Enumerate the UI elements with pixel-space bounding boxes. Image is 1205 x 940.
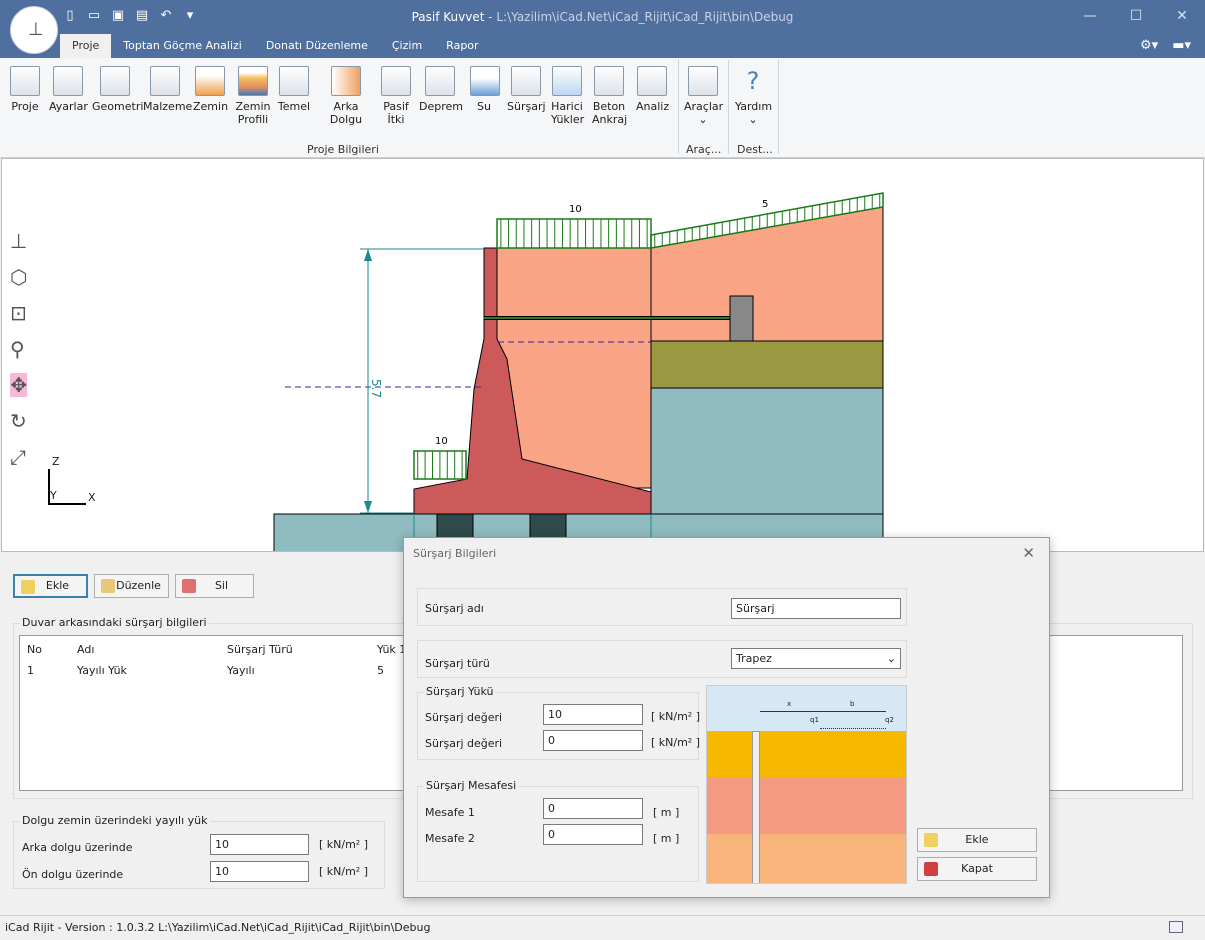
surcharge-dialog: Sürşarj Bilgileri ✕ Sürşarj adı Sürşarj … [403, 537, 1050, 898]
passive-thrust-icon [381, 66, 411, 96]
material-icon [150, 66, 180, 96]
geometry-icon [100, 66, 130, 96]
distance-2-input[interactable]: 0 [543, 824, 643, 845]
minimize-button[interactable]: — [1067, 0, 1113, 32]
wall-drawing: 5.7 10 5 10 [273, 192, 884, 551]
pan-icon[interactable]: ✥ [10, 373, 28, 397]
settings-icon [53, 66, 83, 96]
add-icon [924, 833, 938, 847]
ribbon-geometri-button[interactable]: Geometri [92, 66, 143, 113]
close-button[interactable]: ✕ [1159, 0, 1205, 32]
surcharge-value-1-input[interactable]: 10 [543, 704, 643, 725]
ribbon-analiz-button[interactable]: Analiz [636, 66, 669, 113]
surcharge-name-input[interactable]: Sürşarj [731, 598, 901, 619]
ribbon-beton-ankraj-button[interactable]: Beton Ankraj [592, 66, 627, 126]
tab-donati[interactable]: Donatı Düzenleme [254, 34, 380, 58]
anchor-icon [594, 66, 624, 96]
add-icon [21, 580, 35, 594]
water-icon [470, 66, 500, 96]
zoom-window-icon[interactable]: ⊡ [10, 301, 27, 325]
dialog-close-button[interactable]: Kapat [917, 857, 1037, 881]
foundation-icon [279, 66, 309, 96]
svg-text:10: 10 [569, 204, 582, 215]
close-x-icon [924, 862, 938, 876]
ribbon-temel-button[interactable]: Temel [277, 66, 311, 113]
help-icon: ? [746, 67, 760, 95]
tab-proje[interactable]: Proje [60, 34, 112, 58]
surcharge-type-select[interactable]: Trapez ⌄ [731, 648, 901, 669]
chevron-down-icon: ⌄ [698, 113, 708, 126]
tools-icon [688, 66, 718, 96]
table-row[interactable]: 1 [27, 664, 34, 677]
settings-tool-icon[interactable]: ⚙▾ [1140, 38, 1158, 53]
drawing-canvas[interactable]: 5.7 10 5 10 ⊥ ⬡ ⊡ ⚲ ✥ ↻ ⤢ Z Y X [1, 158, 1204, 552]
calculator-icon [637, 66, 667, 96]
soil-profile-icon [238, 66, 268, 96]
chevron-down-icon: ⌄ [748, 113, 758, 126]
mail-icon[interactable] [1169, 921, 1183, 933]
ribbon-sursarj-button[interactable]: Sürşarj [507, 66, 546, 113]
dialog-add-button[interactable]: Ekle [917, 828, 1037, 852]
backfill-icon [331, 66, 361, 96]
ribbon-su-button[interactable]: Su [470, 66, 500, 113]
surcharge-sketch: x b q1 q2 [706, 685, 907, 884]
rotate-icon[interactable]: ↻ [10, 409, 27, 433]
back-fill-load-input[interactable]: 10 [210, 834, 309, 855]
surcharge-value-2-input[interactable]: 0 [543, 730, 643, 751]
surcharge-icon [511, 66, 541, 96]
wall-view-icon[interactable]: ⊥ [10, 229, 27, 253]
distance-1-input[interactable]: 0 [543, 798, 643, 819]
chevron-down-icon: ⌄ [886, 652, 896, 665]
tab-cizim[interactable]: Çizim [380, 34, 434, 58]
delete-icon [182, 579, 196, 593]
edit-surcharge-button[interactable]: Düzenle [94, 574, 169, 598]
delete-surcharge-button[interactable]: Sil [175, 574, 254, 598]
group-label-proje-bilgileri: Proje Bilgileri [307, 143, 379, 156]
soil-icon [195, 66, 225, 96]
tab-toptan-gocme[interactable]: Toptan Göçme Analizi [111, 34, 254, 58]
ribbon-proje-button[interactable]: Proje [9, 66, 41, 113]
svg-text:10: 10 [435, 436, 448, 447]
3d-view-icon[interactable]: ⬡ [10, 265, 27, 289]
ribbon-araclar-button[interactable]: Araçlar ⌄ [684, 66, 723, 126]
ribbon-harici-yukler-button[interactable]: Harici Yükler [551, 66, 584, 126]
front-fill-load-input[interactable]: 10 [210, 861, 309, 882]
fit-view-icon[interactable]: ⤢ [10, 445, 27, 469]
external-loads-icon [552, 66, 582, 96]
earthquake-icon [425, 66, 455, 96]
svg-text:5.7: 5.7 [369, 379, 383, 398]
layout-icon[interactable]: ▬▾ [1172, 38, 1191, 53]
ribbon-pasif-itki-button[interactable]: Pasif İtki [381, 66, 411, 126]
svg-text:5: 5 [762, 199, 768, 210]
ribbon-zemin-button[interactable]: Zemin [193, 66, 228, 113]
ribbon-yardim-button[interactable]: ? Yardım ⌄ [735, 66, 772, 126]
maximize-button[interactable]: ☐ [1113, 0, 1159, 32]
ribbon-tabs: Proje Toptan Göçme Analizi Donatı Düzenl… [60, 34, 491, 58]
zoom-icon[interactable]: ⚲ [10, 337, 27, 361]
tab-rapor[interactable]: Rapor [434, 34, 490, 58]
ribbon-ayarlar-button[interactable]: Ayarlar [49, 66, 88, 113]
project-icon [10, 66, 40, 96]
group-label-destek: Dest... [737, 143, 773, 156]
title-bar: ⊥ ▯ ▭ ▣ ▤ ↶ ▾ Pasif Kuvvet - L:\Yazilim\… [0, 0, 1205, 58]
add-surcharge-button[interactable]: Ekle [13, 574, 88, 598]
ribbon-zemin-profili-button[interactable]: Zemin Profili [234, 66, 272, 126]
group-label-araclar: Araç... [686, 143, 722, 156]
ribbon-deprem-button[interactable]: Deprem [419, 66, 463, 113]
edit-icon [101, 579, 115, 593]
ribbon-arka-dolgu-button[interactable]: Arka Dolgu [318, 66, 374, 126]
ribbon-malzeme-button[interactable]: Malzeme [143, 66, 192, 113]
status-bar: iCad Rijit - Version : 1.0.3.2 L:\Yazili… [0, 915, 1205, 940]
dialog-close-icon[interactable]: ✕ [1022, 544, 1035, 562]
ribbon: Proje Ayarlar Geometri Malzeme Zemin Zem… [0, 58, 1205, 158]
window-title: Pasif Kuvvet - L:\Yazilim\iCad.Net\iCad_… [411, 10, 794, 24]
